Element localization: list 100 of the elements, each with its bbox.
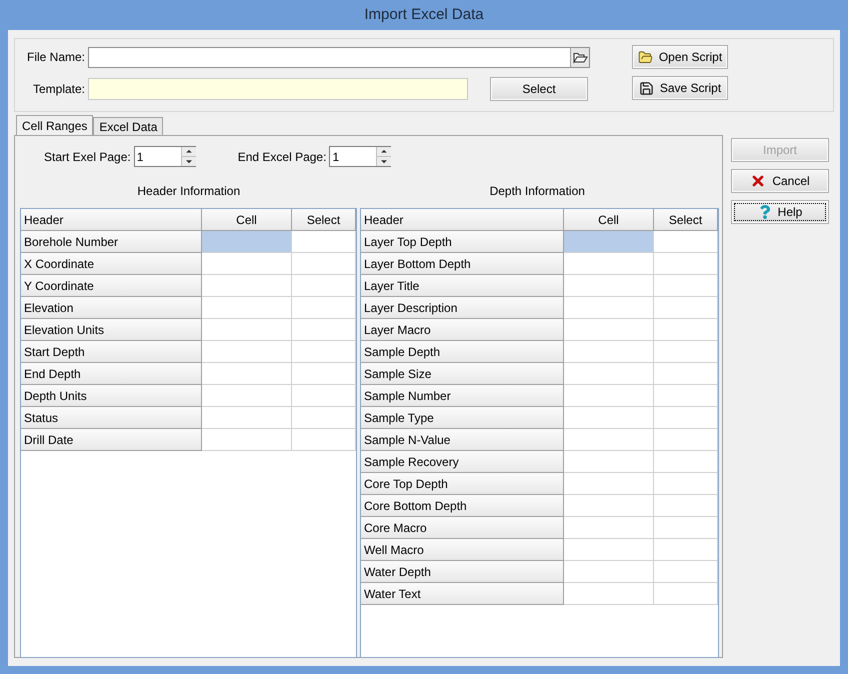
row-header[interactable]: Depth Units [21, 385, 202, 407]
cell-field[interactable] [564, 385, 654, 407]
select-field[interactable] [654, 583, 718, 605]
row-header[interactable]: Status [21, 407, 202, 429]
select-field[interactable] [654, 231, 718, 253]
cell-field[interactable] [564, 539, 654, 561]
row-header[interactable]: Sample Depth [361, 341, 564, 363]
select-field[interactable] [654, 385, 718, 407]
cell-field[interactable] [202, 363, 292, 385]
row-header[interactable]: Core Macro [361, 517, 564, 539]
row-header[interactable]: Sample Number [361, 385, 564, 407]
select-field[interactable] [654, 517, 718, 539]
cell-field[interactable] [564, 495, 654, 517]
select-field[interactable] [654, 275, 718, 297]
cell-field[interactable] [564, 517, 654, 539]
cell-field[interactable] [202, 297, 292, 319]
script-button[interactable]: Save Script [632, 76, 728, 100]
select-field[interactable] [292, 319, 356, 341]
cell-field[interactable] [564, 253, 654, 275]
row-header[interactable]: Core Bottom Depth [361, 495, 564, 517]
action-button[interactable]: Cancel [731, 169, 829, 193]
row-header[interactable]: Borehole Number [21, 231, 202, 253]
select-field[interactable] [654, 429, 718, 451]
select-field[interactable] [654, 319, 718, 341]
select-field[interactable] [654, 539, 718, 561]
row-header[interactable]: Sample Type [361, 407, 564, 429]
spin-down-icon[interactable] [182, 156, 196, 166]
select-field[interactable] [654, 407, 718, 429]
select-field[interactable] [654, 363, 718, 385]
window-title: Import Excel Data [363, 4, 485, 25]
select-field[interactable] [654, 341, 718, 363]
cell-field[interactable] [202, 429, 292, 451]
cell-field[interactable] [564, 407, 654, 429]
tab[interactable]: Cell Ranges [16, 115, 94, 135]
select-field[interactable] [292, 275, 356, 297]
select-field[interactable] [292, 231, 356, 253]
select-button[interactable]: Select [490, 77, 588, 101]
browse-folder-icon[interactable] [570, 48, 589, 66]
row-header[interactable]: Elevation Units [21, 319, 202, 341]
cell-field[interactable] [564, 429, 654, 451]
cell-field[interactable] [564, 473, 654, 495]
row-header[interactable]: Core Top Depth [361, 473, 564, 495]
template-field[interactable] [88, 78, 468, 100]
row-header[interactable]: Water Text [361, 583, 564, 605]
column-header: Select [654, 209, 718, 231]
cell-field[interactable] [202, 385, 292, 407]
select-field[interactable] [292, 253, 356, 275]
row-header[interactable]: Y Coordinate [21, 275, 202, 297]
cell-field[interactable] [564, 319, 654, 341]
page-spinner[interactable]: 1 [329, 146, 392, 167]
spin-up-icon[interactable] [377, 147, 392, 156]
select-field[interactable] [654, 451, 718, 473]
row-header[interactable]: Sample N-Value [361, 429, 564, 451]
tab[interactable]: Excel Data [93, 117, 164, 135]
cell-field[interactable] [202, 275, 292, 297]
select-field[interactable] [292, 297, 356, 319]
cell-field[interactable] [564, 561, 654, 583]
select-field[interactable] [654, 561, 718, 583]
row-header[interactable]: Layer Macro [361, 319, 564, 341]
cell-field[interactable] [202, 319, 292, 341]
row-header[interactable]: Sample Recovery [361, 451, 564, 473]
row-header[interactable]: Layer Bottom Depth [361, 253, 564, 275]
row-header[interactable]: Layer Description [361, 297, 564, 319]
select-field[interactable] [292, 385, 356, 407]
spin-up-icon[interactable] [182, 147, 196, 156]
row-header[interactable]: Water Depth [361, 561, 564, 583]
folder-icon [638, 50, 653, 64]
cell-field[interactable] [564, 341, 654, 363]
row-header[interactable]: X Coordinate [21, 253, 202, 275]
select-field[interactable] [654, 473, 718, 495]
file-name-field[interactable] [88, 46, 590, 68]
cell-field[interactable] [564, 231, 654, 253]
page-label: Start Exel Page: [44, 148, 131, 166]
cell-field[interactable] [564, 297, 654, 319]
script-button[interactable]: Open Script [632, 45, 728, 69]
row-header[interactable]: Drill Date [21, 429, 202, 451]
row-header[interactable]: Layer Top Depth [361, 231, 564, 253]
row-header[interactable]: End Depth [21, 363, 202, 385]
select-field[interactable] [654, 297, 718, 319]
select-field[interactable] [292, 341, 356, 363]
cell-field[interactable] [564, 275, 654, 297]
select-field[interactable] [292, 363, 356, 385]
row-header[interactable]: Elevation [21, 297, 202, 319]
cell-field[interactable] [564, 363, 654, 385]
row-header[interactable]: Layer Title [361, 275, 564, 297]
row-header[interactable]: Well Macro [361, 539, 564, 561]
cell-field[interactable] [202, 253, 292, 275]
page-spinner[interactable]: 1 [134, 146, 196, 167]
cell-field[interactable] [564, 451, 654, 473]
select-field[interactable] [654, 253, 718, 275]
cell-field[interactable] [202, 341, 292, 363]
cell-field[interactable] [564, 583, 654, 605]
cell-field[interactable] [202, 231, 292, 253]
select-field[interactable] [292, 429, 356, 451]
select-field[interactable] [654, 495, 718, 517]
row-header[interactable]: Sample Size [361, 363, 564, 385]
row-header[interactable]: Start Depth [21, 341, 202, 363]
cell-field[interactable] [202, 407, 292, 429]
action-button[interactable]: Help [731, 200, 829, 224]
select-field[interactable] [292, 407, 356, 429]
